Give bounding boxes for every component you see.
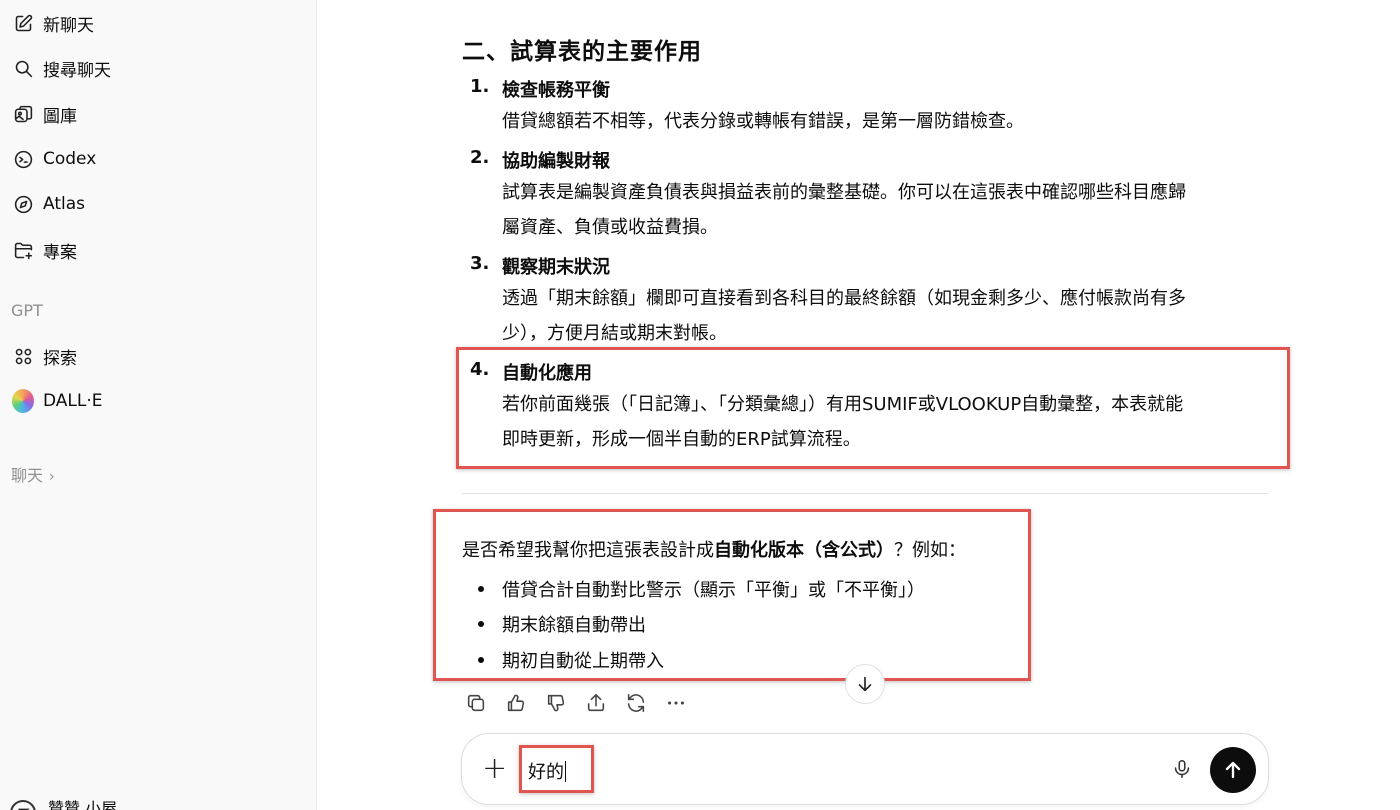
question-text: ？例如： (894, 540, 966, 561)
chats-section-label: 聊天 (11, 466, 44, 485)
sidebar-item-atlas[interactable]: Atlas (0, 184, 317, 224)
folder-plus-icon (12, 239, 34, 261)
question-bold-text: 自動化版本（含公式） (714, 540, 894, 561)
bullet-item: 期初自動從上期帶入 (478, 647, 664, 673)
list-item-number: 2. (470, 147, 490, 168)
list-item-number: 1. (470, 76, 490, 97)
message-actions (463, 690, 689, 716)
sidebar-item-projects[interactable]: 專案 (0, 230, 317, 270)
list-item-line: 屬資產、負債或收益費損。 (502, 217, 718, 238)
sidebar-item-dalle[interactable]: DALL·E (0, 381, 317, 421)
bullet-text: 期末餘額自動帶出 (502, 615, 646, 636)
message-composer: + 好的 (461, 733, 1269, 805)
search-icon (12, 57, 34, 79)
thumbs-down-button[interactable] (543, 690, 569, 716)
list-item-title: 自動化應用 (502, 363, 592, 384)
more-options-button[interactable] (663, 690, 689, 716)
bullet-item: 期末餘額自動帶出 (478, 611, 646, 637)
microphone-icon (1174, 759, 1190, 779)
codex-icon (12, 148, 34, 170)
bullet-dot (478, 586, 484, 592)
send-button[interactable] (1210, 747, 1256, 793)
text-caret (565, 761, 566, 782)
thumbs-up-icon (507, 694, 525, 712)
list-item-line: 借貸總額若不相等，代表分錄或轉帳有錯誤，是第一層防錯檢查。 (502, 111, 1024, 132)
list-item-number: 4. (470, 359, 490, 380)
prompt-input-value: 好的 (528, 762, 564, 783)
sidebar-item-codex[interactable]: Codex (0, 139, 317, 179)
sidebar-item-new-chat[interactable]: 新聊天 (0, 3, 317, 43)
gpt-section-heading: GPT (11, 301, 43, 320)
more-horizontal-icon (668, 701, 684, 705)
sidebar-item-label: DALL·E (43, 391, 103, 411)
list-item-body: 透過「期末餘額」欄即可直接看到各科目的最終餘額（如現金剩多少、應付帳款尚有多 少… (502, 281, 1277, 351)
list-item-line: 若你前面幾張（「日記簿」、「分類彙總」）有用SUMIF或VLOOKUP自動彙整，… (502, 394, 1184, 415)
chevron-right-icon: › (49, 469, 55, 485)
list-item-number: 3. (470, 253, 490, 274)
sidebar-item-search-chats[interactable]: 搜尋聊天 (0, 48, 317, 88)
sidebar-item-label: Codex (43, 149, 97, 169)
divider (462, 493, 1268, 494)
list-item-title: 觀察期末狀況 (502, 257, 610, 278)
list-item-line: 即時更新，形成一個半自動的ERP試算流程。 (502, 429, 861, 450)
bullet-item: 借貸合計自動對比警示（顯示「平衡」或「不平衡」） (478, 576, 925, 602)
sidebar-item-label: 專案 (43, 242, 77, 263)
sidebar: 新聊天 搜尋聊天 圖庫 Codex Atlas 專案 GPT 探索 DALL·E… (0, 0, 317, 810)
prompt-input[interactable]: 好的 (528, 758, 566, 784)
sidebar-item-label: Atlas (43, 194, 85, 214)
copy-button[interactable] (463, 690, 489, 716)
grid-icon (12, 345, 34, 367)
list-item-line: 少），方便月結或期末對帳。 (502, 323, 727, 344)
dalle-avatar (12, 389, 34, 413)
conversation-panel: 二、試算表的主要作用 1. 檢查帳務平衡 借貸總額若不相等，代表分錄或轉帳有錯誤… (318, 0, 1400, 810)
sidebar-item-label: 探索 (43, 348, 77, 369)
sidebar-item-label: 搜尋聊天 (43, 60, 111, 81)
copy-icon (467, 694, 485, 712)
sidebar-item-explore[interactable]: 探索 (0, 336, 317, 376)
section-heading: 二、試算表的主要作用 (462, 39, 702, 65)
list-item-title: 協助編製財報 (502, 151, 610, 172)
list-item-body: 若你前面幾張（「日記簿」、「分類彙總」）有用SUMIF或VLOOKUP自動彙整，… (502, 387, 1277, 457)
list-item-line: 試算表是編製資產負債表與損益表前的彙整基礎。你可以在這張表中確認哪些科目應歸 (502, 182, 1186, 203)
sidebar-item-gallery[interactable]: 圖庫 (0, 94, 317, 134)
arrow-down-icon (858, 676, 872, 692)
bullet-dot (478, 621, 484, 627)
question-text: 是否希望我幫你把這張表設計成 (462, 540, 714, 561)
follow-up-question: 是否希望我幫你把這張表設計成自動化版本（含公式）？例如： (462, 536, 966, 562)
add-attachment-button[interactable]: + (482, 754, 507, 784)
share-button[interactable] (583, 690, 609, 716)
bullet-dot (478, 657, 484, 663)
share-icon (587, 693, 605, 712)
image-gallery-icon (12, 103, 34, 125)
arrow-up-icon (1225, 761, 1241, 779)
dictation-button[interactable] (1169, 756, 1195, 782)
scroll-down-button[interactable] (845, 664, 885, 704)
bullet-text: 期初自動從上期帶入 (502, 651, 664, 672)
list-item-body: 試算表是編製資產負債表與損益表前的彙整基礎。你可以在這張表中確認哪些科目應歸 屬… (502, 175, 1277, 245)
thumbs-up-button[interactable] (503, 690, 529, 716)
list-item-line: 透過「期末餘額」欄即可直接看到各科目的最終餘額（如現金剩多少、應付帳款尚有多 (502, 288, 1186, 309)
user-profile[interactable]: 贊贊 小屋 (10, 786, 117, 810)
list-item-body: 借貸總額若不相等，代表分錄或轉帳有錯誤，是第一層防錯檢查。 (502, 104, 1277, 139)
sidebar-item-label: 圖庫 (43, 106, 77, 127)
user-avatar (10, 800, 36, 810)
bullet-text: 借貸合計自動對比警示（顯示「平衡」或「不平衡」） (502, 580, 925, 601)
chats-section-toggle[interactable]: 聊天 › (11, 462, 55, 486)
thumbs-down-icon (547, 694, 565, 712)
list-item-title: 檢查帳務平衡 (502, 80, 610, 101)
sidebar-item-label: 新聊天 (43, 15, 94, 36)
refresh-icon (627, 693, 645, 713)
user-name: 贊贊 小屋 (48, 799, 118, 810)
edit-icon (12, 12, 34, 34)
compass-icon (12, 193, 34, 215)
regenerate-button[interactable] (623, 690, 649, 716)
